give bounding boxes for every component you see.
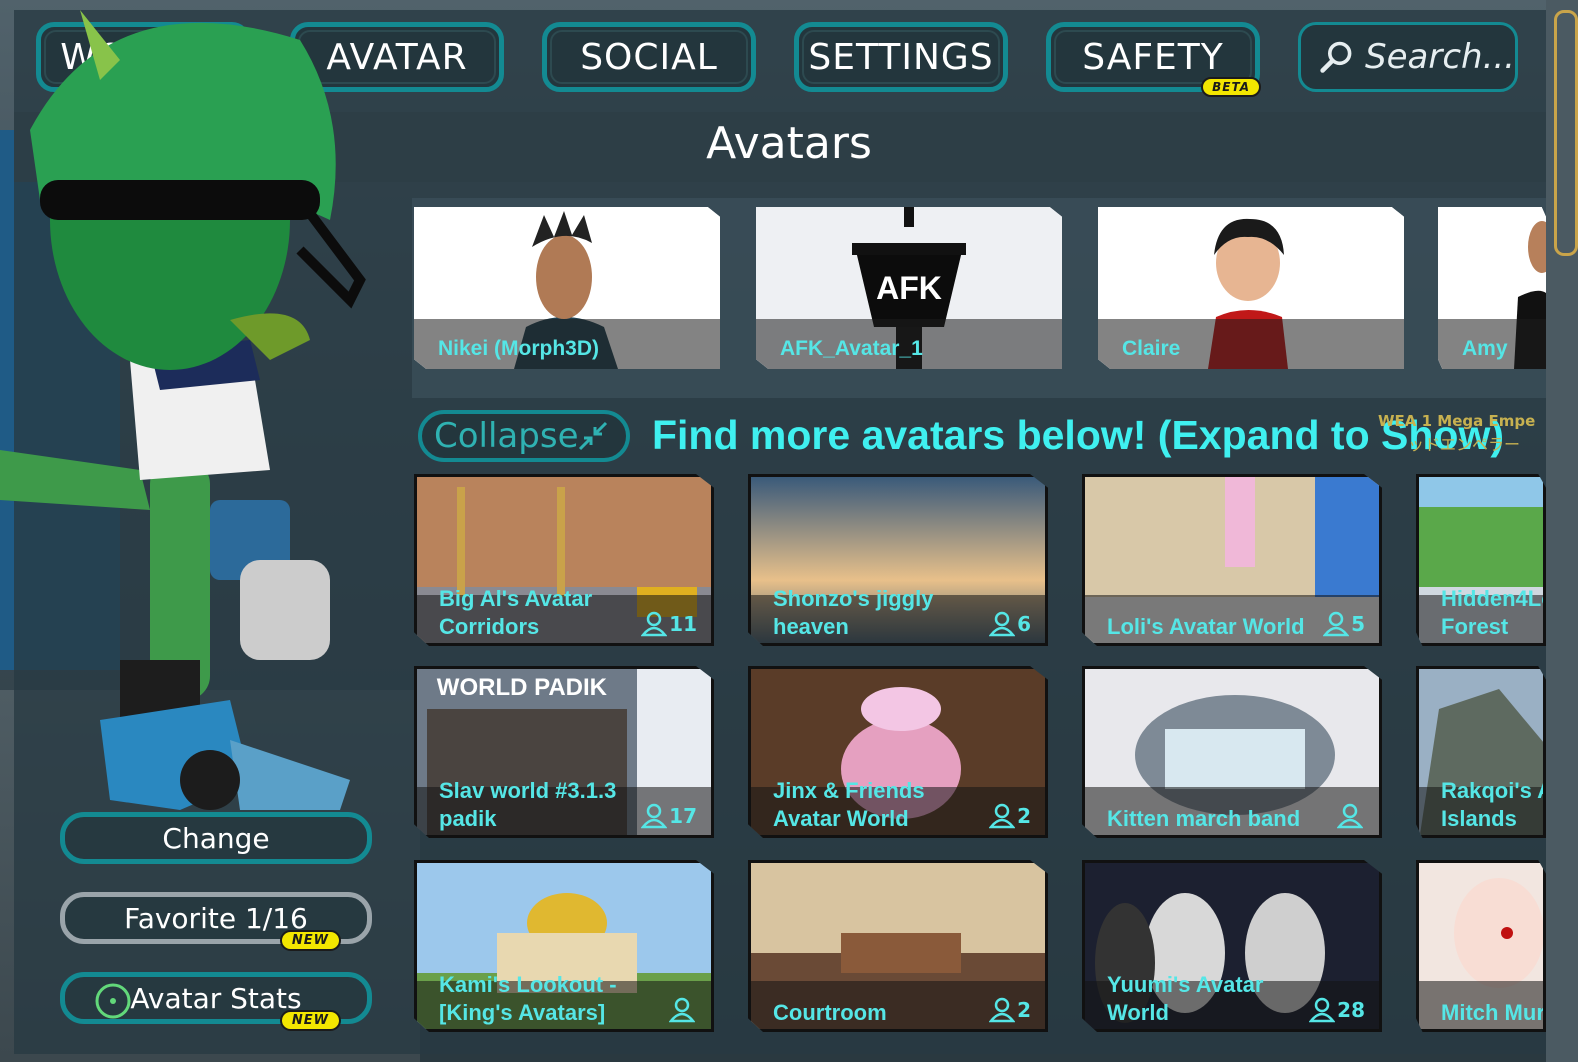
user-count	[669, 997, 697, 1023]
avatar-stats-button[interactable]: Avatar Stats NEW	[60, 972, 372, 1031]
avatar-name: AFK_Avatar_1	[780, 337, 923, 360]
world-card[interactable]: Rakqoi's Avatar Islands	[1416, 666, 1546, 838]
world-name: Slav world #3.1.3 padik	[439, 778, 617, 831]
search-placeholder: Search...	[1365, 37, 1515, 77]
tab-social[interactable]: SOCIAL	[542, 22, 756, 92]
user-icon	[1323, 611, 1350, 637]
user-icon	[641, 611, 668, 637]
world-name: Rakqoi's Avatar Islands	[1441, 778, 1543, 831]
world-name: Kami's Lookout - [King's Avatars]	[439, 972, 617, 1025]
world-card[interactable]: Yuumi's Avatar World 28	[1082, 860, 1382, 1032]
user-count-value: 11	[669, 612, 697, 636]
world-name: Mitch Murder	[1441, 1000, 1545, 1025]
stats-circle-icon	[95, 983, 131, 1019]
world-card[interactable]: Hidden4Love Forest	[1416, 474, 1546, 646]
user-count-value: 6	[1017, 612, 1031, 636]
world-name: Jinx & Friends Avatar World	[773, 778, 925, 831]
overlay-world-subtitle: ッドエンペラー	[1408, 435, 1521, 454]
new-badge: NEW	[279, 930, 341, 951]
user-count: 11	[641, 611, 697, 637]
user-icon	[669, 997, 695, 1023]
user-count: 28	[1309, 997, 1365, 1023]
avatar-card[interactable]: Amy	[1438, 207, 1546, 369]
collapse-label: Collapse	[434, 416, 579, 456]
user-count: 2	[989, 803, 1031, 829]
world-banner-text: WORLD PADIK	[437, 674, 608, 701]
avatar-preview[interactable]	[0, 0, 420, 820]
user-icon	[989, 803, 1016, 829]
world-card[interactable]: Kitten march band	[1082, 666, 1382, 838]
search-button[interactable]: Search...	[1298, 22, 1518, 92]
user-count-value: 28	[1337, 998, 1365, 1022]
collapse-arrows-icon	[579, 421, 608, 451]
world-name: Hidden4Love Forest	[1441, 586, 1543, 639]
favorite-button[interactable]: Favorite 1/16 NEW	[60, 892, 372, 951]
user-count-value: 17	[669, 804, 697, 828]
world-name: Big Al's Avatar Corridors	[439, 586, 593, 639]
world-card[interactable]: Loli's Avatar World 5	[1082, 474, 1382, 646]
user-count-value: 2	[1017, 804, 1031, 828]
beta-badge: BETA	[1201, 77, 1261, 97]
user-icon	[641, 803, 668, 829]
world-name: Loli's Avatar World	[1107, 614, 1305, 639]
world-name: Kitten march band	[1107, 806, 1301, 831]
world-name: Yuumi's Avatar World	[1107, 972, 1264, 1025]
world-card[interactable]: Mitch Murder	[1416, 860, 1546, 1032]
user-icon	[1337, 803, 1363, 829]
user-count-value: 2	[1017, 998, 1031, 1022]
avatar-name: Claire	[1122, 337, 1181, 360]
avatar-stats-label: Avatar Stats	[130, 981, 302, 1015]
user-count-value: 5	[1351, 612, 1365, 636]
collapse-button[interactable]: Collapse	[418, 410, 630, 462]
world-name: Courtroom	[773, 1000, 887, 1025]
world-card[interactable]: Kami's Lookout - [King's Avatars]	[414, 860, 714, 1032]
user-count: 17	[641, 803, 697, 829]
avatar-name: Amy	[1462, 337, 1508, 360]
new-badge: NEW	[279, 1010, 341, 1031]
favorite-label: Favorite 1/16	[124, 901, 308, 935]
user-icon	[989, 611, 1016, 637]
avatar-name: Nikei (Morph3D)	[438, 337, 600, 360]
world-card[interactable]: Courtroom 2	[748, 860, 1048, 1032]
search-icon	[1320, 41, 1352, 73]
world-card[interactable]: Jinx & Friends Avatar World 2	[748, 666, 1048, 838]
afk-sign-text: AFK	[876, 270, 942, 306]
user-icon	[989, 997, 1016, 1023]
user-count: 5	[1323, 611, 1365, 637]
user-count: 2	[989, 997, 1031, 1023]
change-avatar-button[interactable]: Change	[60, 812, 372, 864]
avatar-card[interactable]: Nikei (Morph3D)	[414, 207, 720, 369]
overlay-world-title: WEA 1 Mega Empe	[1378, 412, 1536, 430]
tab-settings[interactable]: SETTINGS	[794, 22, 1008, 92]
user-count	[1337, 803, 1365, 829]
world-card[interactable]: WORLD PADIK Slav world #3.1.3 padik 17	[414, 666, 714, 838]
tab-safety[interactable]: SAFETY BETA	[1046, 22, 1261, 97]
find-more-banner: Find more avatars below! (Expand to Show…	[652, 412, 1504, 458]
world-card[interactable]: Big Al's Avatar Corridors 11	[414, 474, 714, 646]
user-icon	[1309, 997, 1336, 1023]
change-avatar-label: Change	[162, 821, 270, 855]
world-card[interactable]: Shonzo's jiggly heaven 6	[748, 474, 1048, 646]
user-count: 6	[989, 611, 1031, 637]
world-name: Shonzo's jiggly heaven	[773, 586, 934, 639]
avatar-card[interactable]: AFK AFK_Avatar_1	[756, 207, 1062, 369]
avatar-card[interactable]: Claire	[1098, 207, 1404, 369]
